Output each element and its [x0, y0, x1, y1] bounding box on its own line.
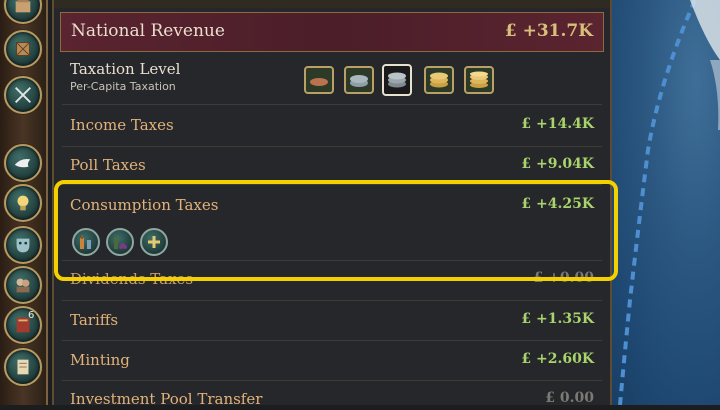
scroll-icon[interactable]: [4, 348, 42, 386]
taxation-type-label: Per-Capita Taxation: [70, 80, 176, 93]
tax-level-very-high-button[interactable]: [464, 66, 494, 94]
consumption-taxes-value: £ +4.25K: [521, 196, 594, 212]
building-icon[interactable]: [4, 0, 42, 24]
investment-pool-row[interactable]: Investment Pool Transfer £ 0.00: [62, 380, 602, 410]
investment-pool-label: Investment Pool Transfer: [70, 390, 263, 408]
liquor-icon[interactable]: [72, 228, 100, 256]
crate-icon[interactable]: [4, 30, 42, 68]
income-taxes-label: Income Taxes: [70, 116, 174, 134]
dividends-taxes-label: Dividends Taxes: [70, 270, 194, 288]
poll-taxes-label: Poll Taxes: [70, 156, 146, 174]
minting-row[interactable]: Minting £ +2.60K: [62, 340, 602, 381]
tariffs-value: £ +1.35K: [521, 311, 594, 327]
dividends-taxes-value: £ +0.00: [533, 270, 594, 286]
tax-level-very-low-button[interactable]: [304, 66, 334, 94]
minting-value: £ +2.60K: [521, 351, 594, 367]
map-view[interactable]: [600, 0, 720, 405]
panel-header: National Revenue £ +31.7K: [60, 12, 604, 52]
dividends-taxes-row[interactable]: Dividends Taxes £ +0.00: [62, 262, 602, 301]
minting-label: Minting: [70, 351, 130, 369]
investment-pool-value: £ 0.00: [545, 390, 594, 406]
taxation-level-label: Taxation Level: [70, 60, 181, 78]
book-icon[interactable]: [4, 306, 42, 344]
total-revenue-value: £ +31.7K: [504, 21, 593, 41]
tariffs-label: Tariffs: [70, 311, 119, 329]
poll-taxes-row[interactable]: Poll Taxes £ +9.04K: [62, 146, 602, 185]
crossed-swords-icon[interactable]: [4, 76, 42, 114]
revenue-panel: National Revenue £ +31.7K Taxation Level…: [52, 0, 612, 408]
tariffs-row[interactable]: Tariffs £ +1.35K: [62, 300, 602, 341]
income-taxes-value: £ +14.4K: [521, 116, 594, 132]
income-taxes-row[interactable]: Income Taxes £ +14.4K: [62, 104, 602, 147]
tax-level-low-button[interactable]: [344, 66, 374, 94]
page-title: National Revenue: [71, 21, 225, 41]
tax-level-high-button[interactable]: [424, 66, 454, 94]
poll-taxes-value: £ +9.04K: [521, 156, 594, 172]
book-badge: 6: [28, 310, 35, 321]
consumption-taxes-label: Consumption Taxes: [70, 196, 219, 214]
dove-icon[interactable]: [4, 144, 42, 182]
lightbulb-icon[interactable]: [4, 184, 42, 222]
people-icon[interactable]: [4, 266, 42, 304]
panel-top-border: [54, 0, 610, 8]
wine-icon[interactable]: [106, 228, 134, 256]
left-sidebar: 6: [0, 0, 48, 405]
theater-mask-icon[interactable]: [4, 226, 42, 264]
tax-level-medium-button[interactable]: [382, 64, 412, 96]
add-good-button[interactable]: [140, 228, 168, 256]
